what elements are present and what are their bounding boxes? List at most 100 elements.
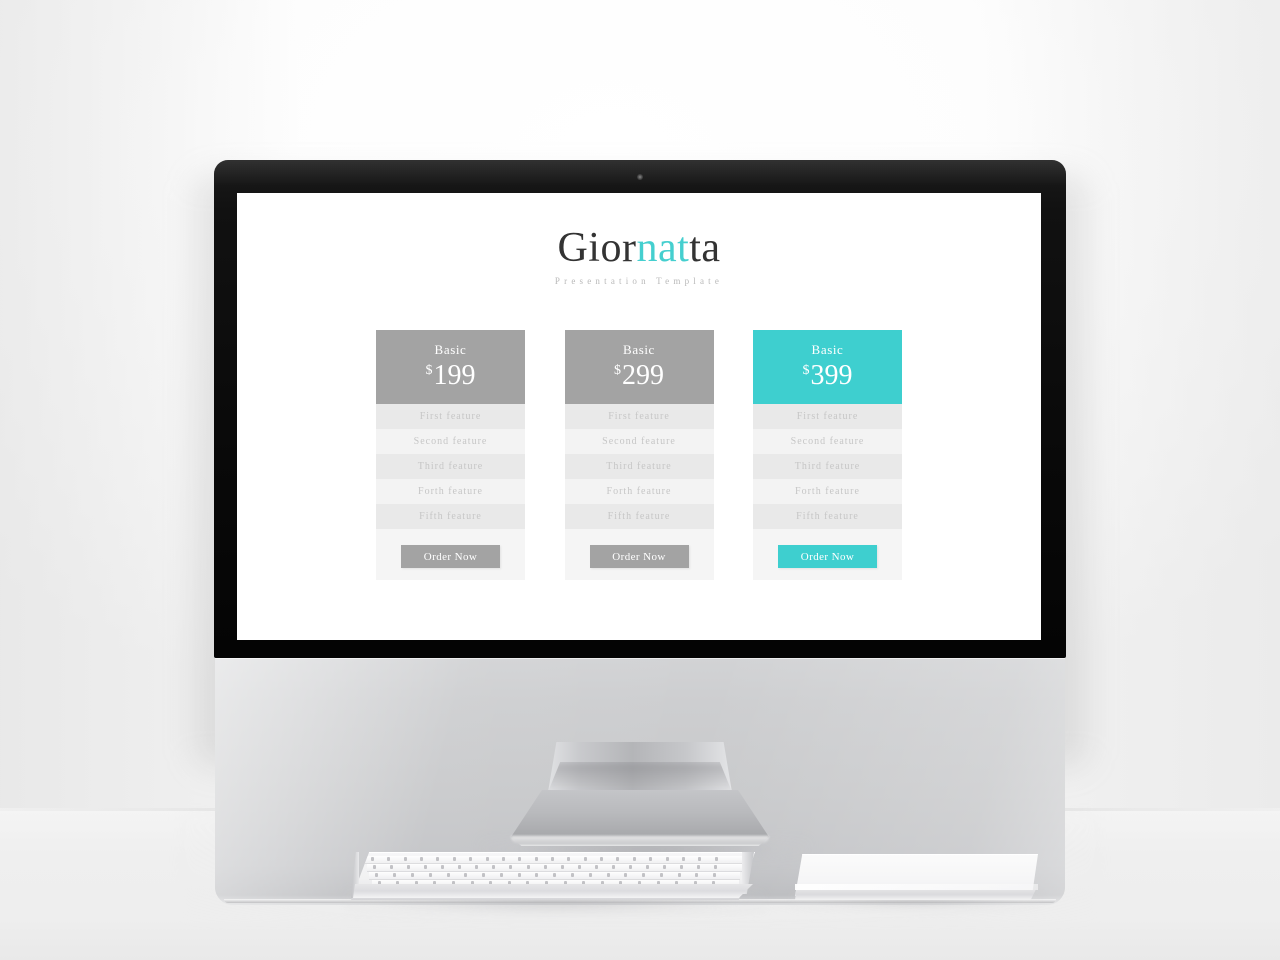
- pricing-card-1: Basic $199 First feature Second feature …: [376, 330, 525, 580]
- keyboard-key-row: [365, 856, 743, 864]
- keyboard-key: [475, 865, 479, 869]
- keyboard-key: [393, 873, 397, 877]
- feature-row: Third feature: [376, 454, 525, 479]
- keyboard-key: [452, 857, 456, 861]
- brand-title-part1: Gior: [557, 225, 637, 271]
- pricing-card-3-price: $399: [803, 360, 853, 392]
- keyboard-key: [583, 857, 587, 861]
- keyboard-key: [553, 873, 557, 877]
- keyboard-key: [570, 873, 574, 877]
- keyboard-key: [534, 857, 538, 861]
- keyboard-key: [390, 865, 394, 869]
- pricing-card-2-currency: $: [614, 363, 621, 378]
- keyboard-key: [410, 873, 414, 877]
- feature-row: First feature: [376, 404, 525, 429]
- keyboard-key: [677, 873, 681, 877]
- keyboard-key: [458, 865, 462, 869]
- page-title: Giornatta: [237, 223, 1041, 273]
- keyboard-key: [642, 873, 646, 877]
- keyboard-key: [713, 865, 717, 869]
- keyboard-key: [407, 865, 411, 869]
- order-now-button-3[interactable]: Order Now: [778, 545, 877, 568]
- keyboard-key-row: [369, 872, 741, 880]
- keyboard-front-face: [353, 884, 753, 898]
- keyboard-key: [698, 857, 702, 861]
- pricing-card-1-plan: Basic: [434, 342, 467, 357]
- keyboard-key: [679, 865, 683, 869]
- feature-row: Third feature: [753, 454, 902, 479]
- bezel-gloss: [214, 160, 1066, 186]
- order-now-button-1[interactable]: Order Now: [401, 545, 500, 568]
- keyboard-key: [696, 865, 700, 869]
- pricing-card-1-header: Basic $199: [376, 330, 525, 404]
- keyboard-key: [577, 865, 581, 869]
- keyboard-key: [492, 865, 496, 869]
- keyboard-key: [588, 873, 592, 877]
- feature-row: Forth feature: [564, 479, 714, 504]
- feature-row: First feature: [753, 404, 902, 429]
- keyboard-key: [713, 873, 717, 877]
- keyboard-key: [441, 865, 445, 869]
- keyboard-key: [616, 857, 620, 861]
- keyboard-key: [624, 873, 628, 877]
- pricing-card-3-features: First feature Second feature Third featu…: [753, 404, 902, 529]
- monitor: Giornatta Presentation Template Basic $1…: [214, 160, 1066, 905]
- brand-subtitle: Presentation Template: [554, 276, 724, 286]
- keyboard-key: [403, 857, 407, 861]
- keyboard-key: [632, 857, 636, 861]
- keyboard-key: [665, 857, 669, 861]
- pricing-card-3-plan: Basic: [811, 342, 844, 357]
- pricing-card-3-header: Basic $399: [753, 330, 902, 404]
- feature-row: Fifth feature: [376, 504, 525, 529]
- pricing-card-2-header: Basic $299: [564, 330, 714, 404]
- keyboard-key: [567, 857, 571, 861]
- feature-row: Fifth feature: [753, 504, 902, 529]
- feature-row: First feature: [564, 404, 714, 429]
- keyboard-key: [482, 873, 486, 877]
- keyboard-key: [551, 857, 554, 861]
- pricing-card-2: Basic $299 First feature Second feature …: [564, 330, 714, 580]
- feature-row: Forth feature: [753, 479, 902, 504]
- pricing-card-2-price: $299: [614, 360, 664, 392]
- pricing-card-1-amount: 199: [433, 360, 476, 391]
- keyboard-key: [517, 873, 521, 877]
- monitor-screen: Giornatta Presentation Template Basic $1…: [237, 193, 1041, 640]
- feature-row: Third feature: [564, 454, 714, 479]
- keyboard-key: [469, 857, 473, 861]
- keyboard-key: [628, 865, 632, 869]
- keyboard-key: [714, 857, 718, 861]
- keyboard-key: [695, 873, 699, 877]
- keyboard-key: [543, 865, 547, 869]
- keyboard-key: [371, 857, 374, 861]
- pricing-card-2-features: First feature Second feature Third featu…: [564, 404, 714, 529]
- webcam-icon: [637, 174, 643, 180]
- feature-row: Fifth feature: [564, 504, 714, 529]
- pricing-card-1-cta-wrap: Order Now: [376, 529, 525, 568]
- feature-row: Second feature: [564, 429, 714, 454]
- keyboard-key: [594, 865, 598, 869]
- pricing-card-3-currency: $: [802, 363, 810, 378]
- keyboard-key: [509, 865, 513, 869]
- pricing-card-1-features: First feature Second feature Third featu…: [376, 404, 525, 529]
- monitor-stand-base-rim: [511, 836, 769, 844]
- keyboard-key: [606, 873, 610, 877]
- keyboard-key: [436, 857, 440, 861]
- pricing-card-2-amount: 299: [622, 360, 664, 391]
- keyboard-key: [424, 865, 428, 869]
- keyboard-key: [645, 865, 649, 869]
- presentation-slide: Giornatta Presentation Template Basic $1…: [237, 193, 1041, 640]
- pricing-card-1-price: $199: [426, 360, 476, 392]
- pricing-card-3-amount: 399: [810, 360, 853, 391]
- keyboard-key: [464, 873, 468, 877]
- monitor-stand-neck-shade: [548, 762, 732, 790]
- keyboard-key: [387, 857, 391, 861]
- pricing-card-3-cta-wrap: Order Now: [753, 529, 902, 568]
- keyboard-key: [420, 857, 424, 861]
- keyboard-key: [428, 873, 432, 877]
- keyboard-key: [662, 865, 666, 869]
- trackpad-highlight: [795, 884, 1038, 890]
- order-now-button-2[interactable]: Order Now: [589, 545, 689, 568]
- keyboard-key: [659, 873, 663, 877]
- feature-row: Forth feature: [376, 479, 525, 504]
- pricing-card-3: Basic $399 First feature Second feature …: [753, 330, 902, 580]
